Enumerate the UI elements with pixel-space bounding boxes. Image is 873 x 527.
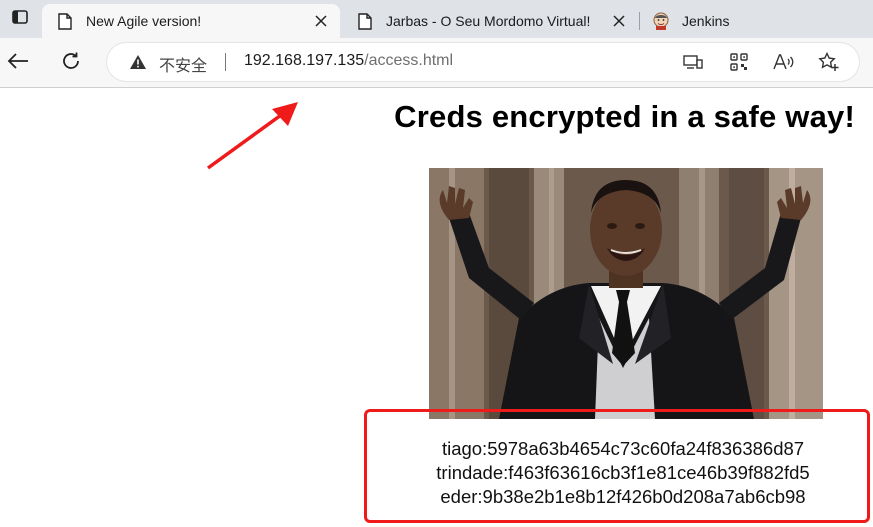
close-tab-icon[interactable] [610,12,628,30]
reload-icon [60,50,82,77]
jenkins-icon [652,12,670,30]
qr-code-icon[interactable] [728,52,750,72]
tab-jenkins[interactable]: Jenkins [640,4,873,38]
add-favorite-icon[interactable] [818,52,840,72]
back-button[interactable] [5,50,31,76]
url-text[interactable]: 192.168.197.135/access.html [244,52,453,70]
browser-toolbar: 不安全 192.168.197.135/access.html [0,38,873,88]
tab-actions-icon [11,8,29,31]
tab-title: New Agile version! [86,13,202,29]
warning-icon[interactable] [129,54,147,70]
security-status-label[interactable]: 不安全 [159,52,207,76]
tab-strip: New Agile version! Jarbas - O Seu Mordom… [0,0,873,38]
close-tab-icon[interactable] [312,12,330,30]
tab-title: Jarbas - O Seu Mordomo Virtual! [386,13,591,29]
page-icon [56,12,74,30]
page-icon [356,12,374,30]
tab-jarbas[interactable]: Jarbas - O Seu Mordomo Virtual! [342,4,638,38]
reload-button[interactable] [58,50,84,76]
back-arrow-icon [7,52,29,75]
tab-actions-button[interactable] [0,0,40,38]
red-arrow-annotation [206,102,298,170]
highlight-box-annotation [364,409,870,523]
butler-photo [429,168,823,419]
address-bar[interactable]: 不安全 192.168.197.135/access.html [107,43,859,81]
read-aloud-icon[interactable] [773,52,795,72]
app-available-icon[interactable] [682,52,704,72]
url-host: 192.168.197.135 [244,52,365,69]
address-divider [225,53,226,71]
tab-title: Jenkins [682,13,730,29]
page-heading: Creds encrypted in a safe way! [394,99,855,134]
url-path: /access.html [364,52,454,69]
tab-new-agile-version[interactable]: New Agile version! [42,4,340,38]
